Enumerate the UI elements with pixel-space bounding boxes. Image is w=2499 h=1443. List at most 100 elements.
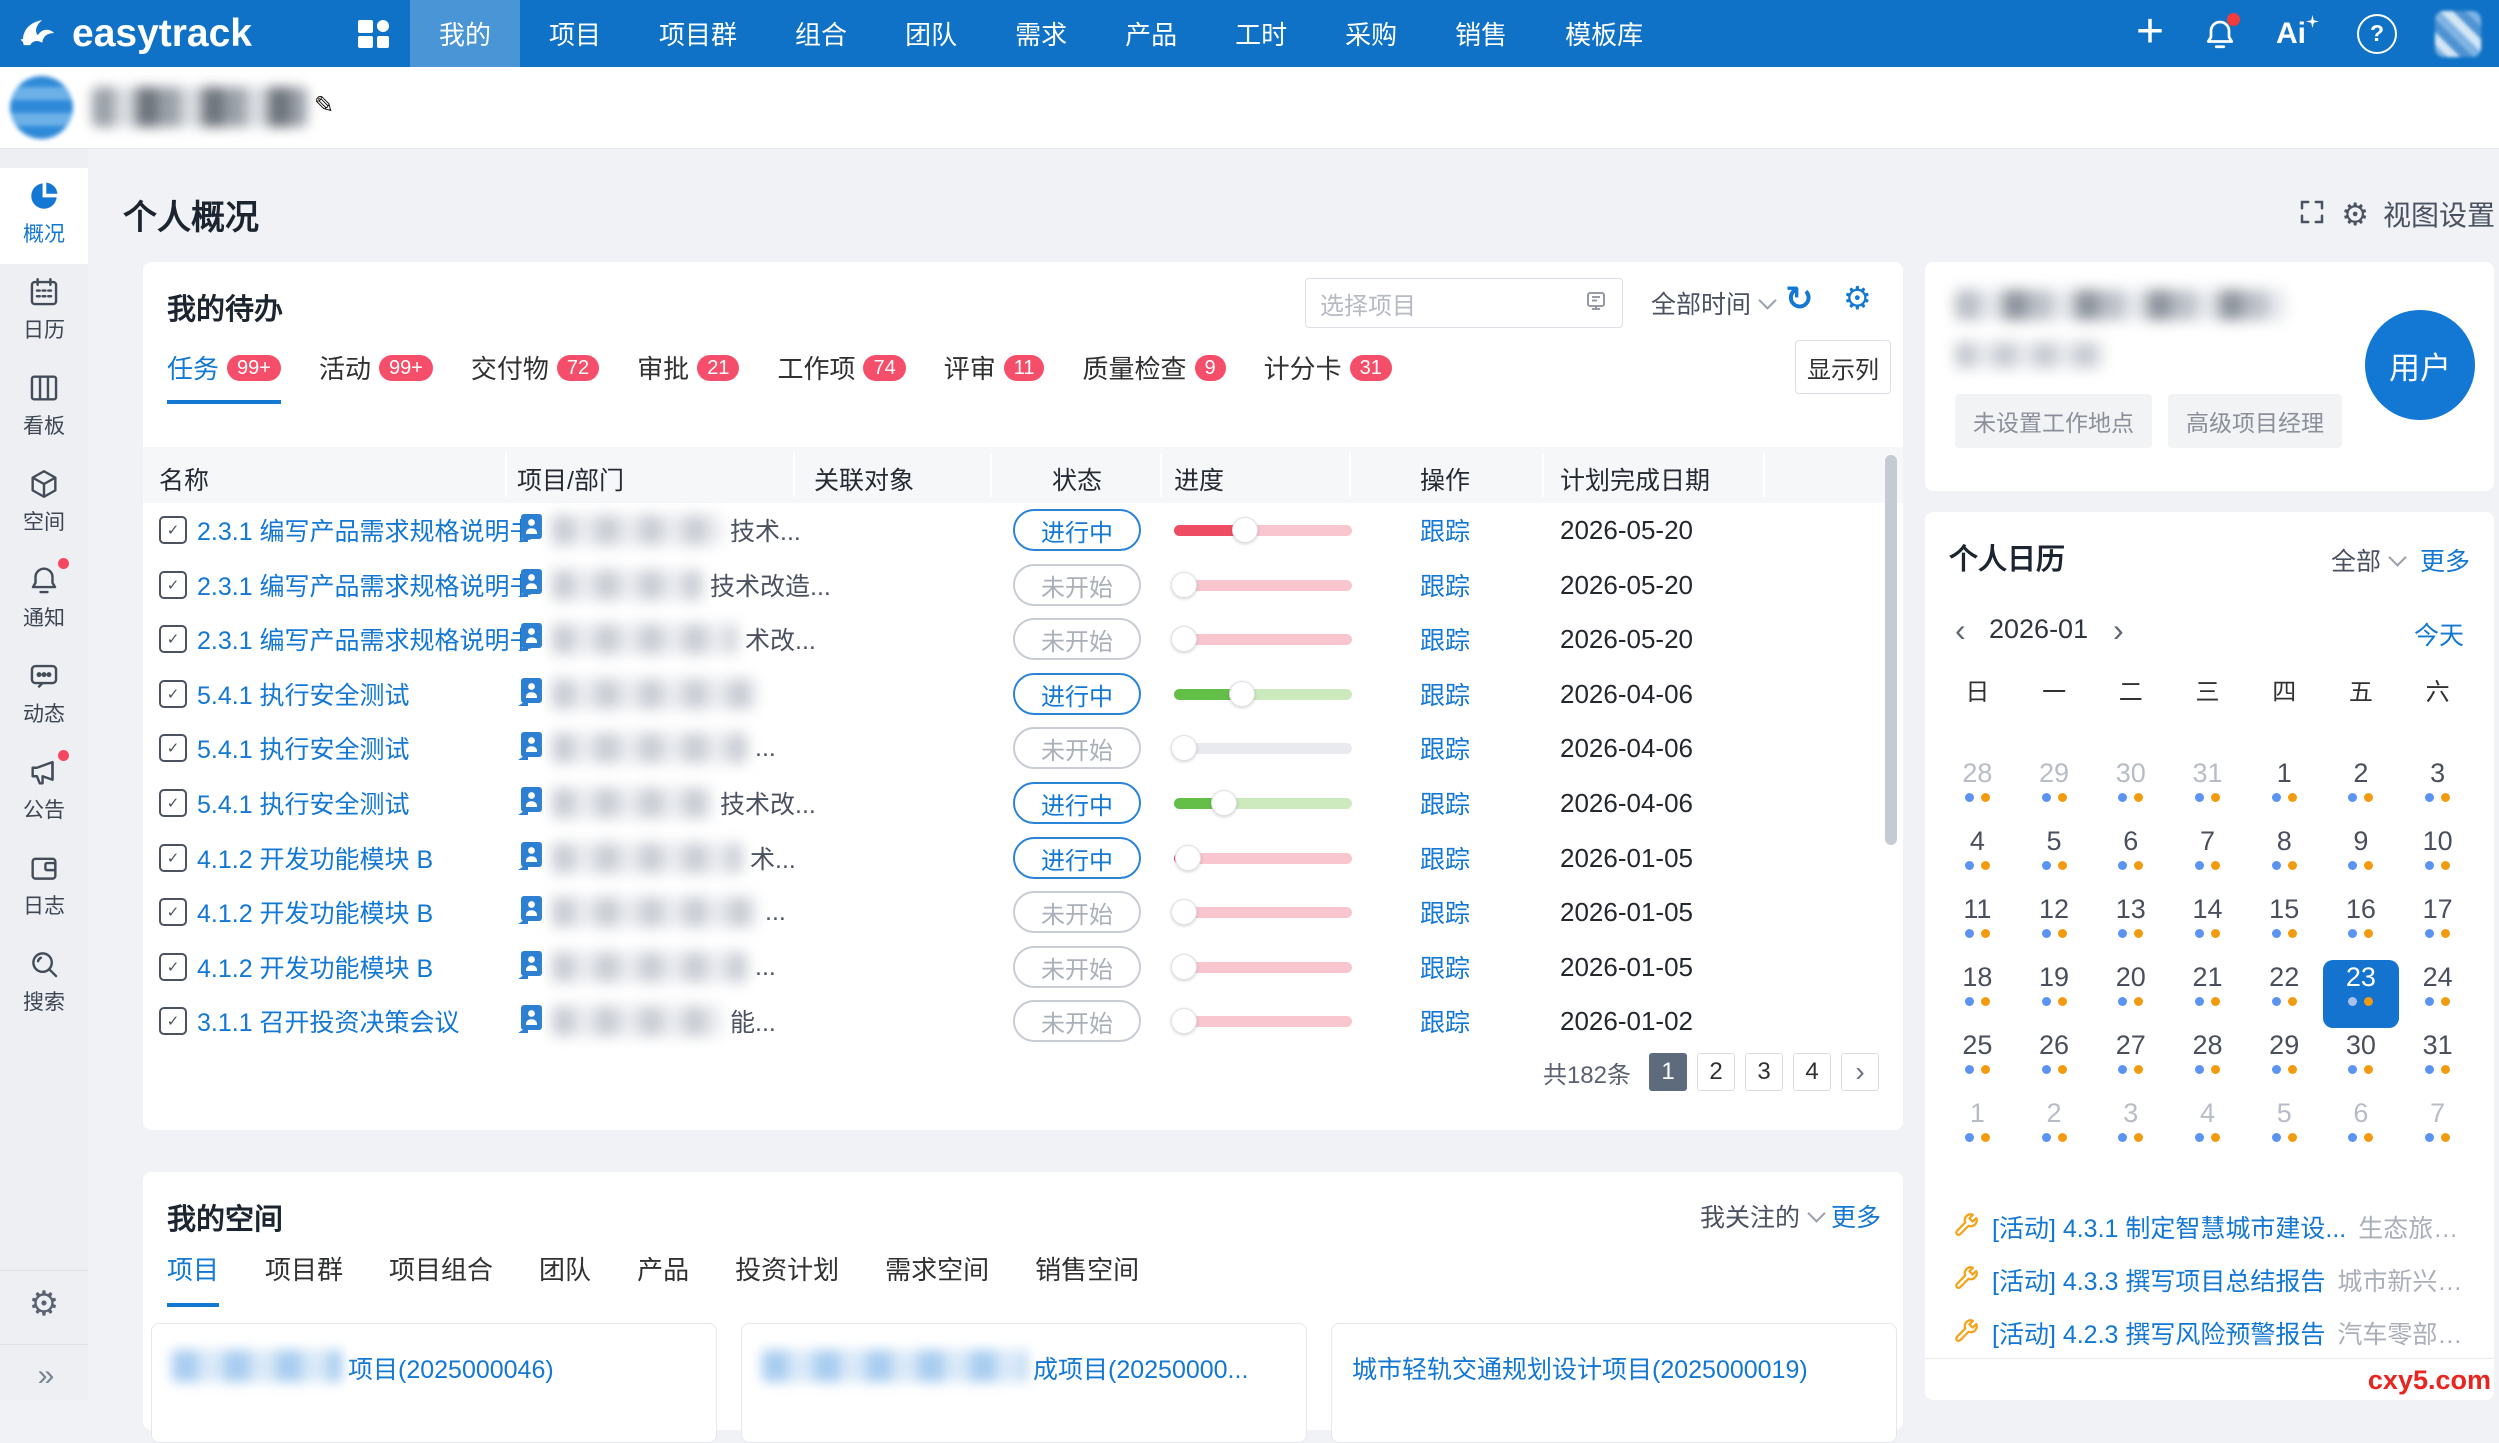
sidebar-item-activity[interactable]: 动态: [0, 648, 88, 744]
page-button-3[interactable]: 3: [1745, 1053, 1783, 1091]
calendar-day[interactable]: 5: [2016, 824, 2093, 892]
task-name-link[interactable]: 5.4.1 执行安全测试: [197, 785, 410, 821]
sidebar-item-space[interactable]: 空间: [0, 456, 88, 552]
progress-thumb[interactable]: [1171, 954, 1197, 980]
calendar-day[interactable]: 19: [2016, 960, 2093, 1028]
calendar-day[interactable]: 29: [2016, 756, 2093, 824]
nav-item-采购[interactable]: 采购: [1316, 0, 1426, 67]
progress-slider[interactable]: [1174, 689, 1352, 700]
todo-tab-质量检查[interactable]: 质量检查9: [1082, 349, 1225, 404]
nav-item-组合[interactable]: 组合: [766, 0, 876, 67]
space-project-card[interactable]: 城市轻轨交通规划设计项目(2025000019): [1331, 1323, 1897, 1443]
progress-thumb[interactable]: [1171, 1008, 1197, 1034]
task-name-link[interactable]: 2.3.1 编写产品需求规格说明书: [197, 512, 535, 548]
nav-item-工时[interactable]: 工时: [1206, 0, 1316, 67]
calendar-day[interactable]: 2: [2016, 1096, 2093, 1164]
page-button-4[interactable]: 4: [1793, 1053, 1831, 1091]
calendar-filter-dropdown[interactable]: 全部: [2331, 542, 2404, 578]
activity-item[interactable]: [活动] 4.3.3 撰写项目总结报告城市新兴区域...: [1953, 1253, 2473, 1306]
todo-tab-任务[interactable]: 任务99+: [167, 349, 281, 404]
notifications-bell-icon[interactable]: [2202, 16, 2238, 52]
calendar-day[interactable]: 6: [2092, 824, 2169, 892]
space-tab-需求空间[interactable]: 需求空间: [885, 1250, 989, 1307]
calendar-day[interactable]: 25: [1939, 1028, 2016, 1096]
space-tab-团队[interactable]: 团队: [539, 1250, 591, 1307]
calendar-day[interactable]: 28: [1939, 756, 2016, 824]
page-button-2[interactable]: 2: [1697, 1053, 1735, 1091]
nav-item-项目[interactable]: 项目: [520, 0, 630, 67]
nav-item-项目群[interactable]: 项目群: [630, 0, 766, 67]
calendar-day[interactable]: 10: [2399, 824, 2476, 892]
activity-item[interactable]: [活动] 4.3.1 制定智慧城市建设...生态旅游风景...: [1953, 1200, 2473, 1253]
user-avatar[interactable]: [2435, 11, 2481, 57]
spaces-filter-dropdown[interactable]: 我关注的: [1700, 1198, 1823, 1234]
todo-tab-计分卡[interactable]: 计分卡31: [1264, 349, 1392, 404]
activity-link[interactable]: [活动] 4.3.1 制定智慧城市建设...: [1992, 1209, 2346, 1245]
calendar-day[interactable]: 8: [2246, 824, 2323, 892]
todo-tab-活动[interactable]: 活动99+: [319, 349, 433, 404]
todo-tab-审批[interactable]: 审批21: [637, 349, 739, 404]
sidebar-item-journal[interactable]: 日志: [0, 840, 88, 936]
calendar-day[interactable]: 31: [2169, 756, 2246, 824]
todo-tab-评审[interactable]: 评审11: [944, 349, 1045, 404]
progress-thumb[interactable]: [1171, 899, 1197, 925]
task-name-link[interactable]: 5.4.1 执行安全测试: [197, 676, 410, 712]
calendar-day[interactable]: 7: [2169, 824, 2246, 892]
nav-item-我的[interactable]: 我的: [410, 0, 520, 67]
todo-tab-交付物[interactable]: 交付物72: [471, 349, 599, 404]
calendar-day[interactable]: 12: [2016, 892, 2093, 960]
task-name-link[interactable]: 2.3.1 编写产品需求规格说明书: [197, 621, 535, 657]
progress-thumb[interactable]: [1175, 845, 1201, 871]
track-link[interactable]: 跟踪: [1420, 894, 1470, 930]
progress-slider[interactable]: [1174, 1016, 1352, 1027]
nav-item-模板库[interactable]: 模板库: [1536, 0, 1672, 67]
track-link[interactable]: 跟踪: [1420, 949, 1470, 985]
space-tab-项目组合[interactable]: 项目组合: [389, 1250, 493, 1307]
progress-thumb[interactable]: [1171, 626, 1197, 652]
calendar-day[interactable]: 15: [2246, 892, 2323, 960]
calendar-day[interactable]: 3: [2399, 756, 2476, 824]
track-link[interactable]: 跟踪: [1420, 1003, 1470, 1039]
project-card-link[interactable]: 项目(2025000046): [348, 1350, 554, 1386]
activity-link[interactable]: [活动] 4.2.3 撰写风险预警报告: [1992, 1315, 2325, 1351]
track-link[interactable]: 跟踪: [1420, 512, 1470, 548]
calendar-day[interactable]: 3: [2092, 1096, 2169, 1164]
project-card-link[interactable]: 成项目(20250000...: [1033, 1350, 1248, 1386]
project-select-input[interactable]: 选择项目: [1305, 278, 1623, 328]
calendar-day[interactable]: 28: [2169, 1028, 2246, 1096]
today-button[interactable]: 今天: [2414, 616, 2464, 652]
time-filter-dropdown[interactable]: 全部时间: [1651, 278, 1774, 328]
sidebar-settings-button[interactable]: ⚙: [0, 1278, 88, 1330]
progress-thumb[interactable]: [1232, 517, 1258, 543]
progress-slider[interactable]: [1174, 853, 1352, 864]
calendar-day[interactable]: 27: [2092, 1028, 2169, 1096]
calendar-day[interactable]: 1: [1939, 1096, 2016, 1164]
nav-item-需求[interactable]: 需求: [986, 0, 1096, 67]
activity-item[interactable]: [活动] 4.2.3 撰写风险预警报告汽车零部件制...: [1953, 1306, 2473, 1359]
refresh-icon[interactable]: ↻: [1785, 282, 1814, 316]
sidebar-item-notifications[interactable]: 通知: [0, 552, 88, 648]
sidebar-item-calendar[interactable]: 日历: [0, 264, 88, 360]
space-tab-销售空间[interactable]: 销售空间: [1035, 1250, 1139, 1307]
calendar-day[interactable]: 9: [2323, 824, 2400, 892]
progress-thumb[interactable]: [1171, 572, 1197, 598]
profile-avatar[interactable]: 用户: [2365, 310, 2475, 420]
table-scrollbar[interactable]: [1885, 455, 1897, 845]
space-tab-项目[interactable]: 项目: [167, 1250, 219, 1307]
show-columns-button[interactable]: 显示列: [1795, 340, 1891, 394]
calendar-day[interactable]: 24: [2399, 960, 2476, 1028]
space-tab-投资计划[interactable]: 投资计划: [735, 1250, 839, 1307]
track-link[interactable]: 跟踪: [1420, 840, 1470, 876]
view-settings-button[interactable]: 视图设置: [2383, 194, 2495, 234]
calendar-day[interactable]: 31: [2399, 1028, 2476, 1096]
calendar-day[interactable]: 7: [2399, 1096, 2476, 1164]
nav-item-销售[interactable]: 销售: [1426, 0, 1536, 67]
create-plus-icon[interactable]: +: [2136, 8, 2164, 56]
task-name-link[interactable]: 5.4.1 执行安全测试: [197, 730, 410, 766]
progress-slider[interactable]: [1174, 798, 1352, 809]
help-icon[interactable]: ?: [2357, 14, 2397, 54]
calendar-day[interactable]: 30: [2323, 1028, 2400, 1096]
progress-thumb[interactable]: [1211, 790, 1237, 816]
calendar-day[interactable]: 5: [2246, 1096, 2323, 1164]
progress-slider[interactable]: [1174, 962, 1352, 973]
